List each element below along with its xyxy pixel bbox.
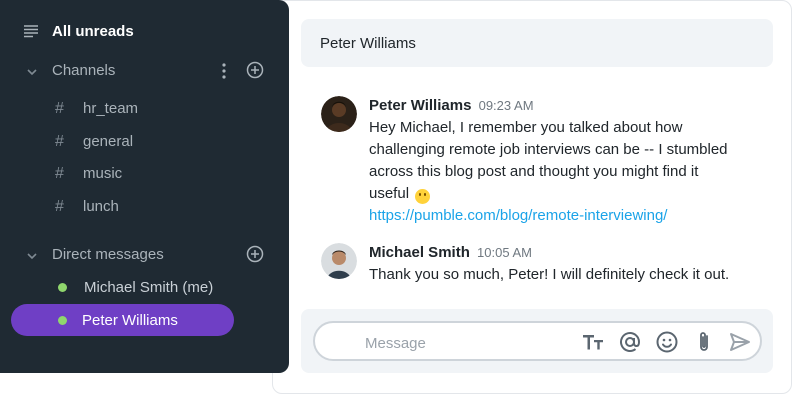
sidebar-item-all-unreads[interactable]: All unreads bbox=[0, 17, 289, 47]
hash-icon: # bbox=[55, 165, 64, 182]
message-line: Hey Michael, I remember you talked about… bbox=[369, 119, 683, 136]
online-status-icon bbox=[58, 283, 67, 292]
sidebar-item-channel[interactable]: # lunch bbox=[0, 192, 289, 222]
message-time: 09:23 AM bbox=[478, 98, 534, 113]
channel-label: lunch bbox=[83, 198, 119, 215]
more-vertical-icon[interactable] bbox=[218, 62, 230, 85]
avatar[interactable] bbox=[321, 243, 357, 279]
message-content: Michael Smith 10:05 AM Thank you so much… bbox=[369, 243, 769, 286]
plus-circle-icon[interactable] bbox=[246, 245, 264, 268]
message-time: 10:05 AM bbox=[477, 245, 532, 260]
send-icon[interactable] bbox=[728, 330, 752, 354]
channel-label: general bbox=[83, 133, 134, 150]
hash-icon: # bbox=[55, 133, 64, 150]
channel-label: music bbox=[83, 165, 123, 182]
blog-link[interactable]: https://pumble.com/blog/remote-interview… bbox=[369, 205, 769, 227]
composer bbox=[313, 321, 762, 361]
channels-section-header[interactable]: Channels bbox=[0, 56, 289, 86]
avatar[interactable] bbox=[321, 96, 357, 132]
section-title: Channels bbox=[52, 62, 116, 79]
list-icon bbox=[24, 24, 38, 43]
chat-title: Peter Williams bbox=[320, 35, 416, 52]
message-content: Peter Williams 09:23 AM Hey Michael, I r… bbox=[369, 96, 769, 227]
emoji-icon[interactable] bbox=[655, 330, 679, 354]
chevron-down-icon[interactable] bbox=[26, 249, 38, 267]
message-line: Thank you so much, Peter! I will definit… bbox=[369, 266, 730, 283]
message-author[interactable]: Peter Williams bbox=[369, 97, 471, 114]
dm-section-header[interactable]: Direct messages bbox=[0, 240, 289, 270]
at-icon[interactable] bbox=[618, 330, 642, 354]
message-author[interactable]: Michael Smith bbox=[369, 244, 470, 261]
dm-label: Michael Smith (me) bbox=[84, 279, 214, 296]
online-status-icon bbox=[58, 316, 67, 325]
plus-circle-icon[interactable] bbox=[246, 61, 264, 84]
attachment-icon[interactable] bbox=[692, 330, 716, 354]
message-text: Hey Michael, I remember you talked about… bbox=[369, 117, 769, 205]
composer-area bbox=[301, 309, 773, 373]
chat-header: Peter Williams bbox=[301, 19, 773, 67]
message-input[interactable] bbox=[363, 332, 567, 354]
sidebar-item-dm-active[interactable]: Peter Williams bbox=[0, 305, 289, 335]
hash-icon: # bbox=[55, 100, 64, 117]
chat-panel: Peter Williams Peter Williams 09:23 AM H… bbox=[272, 0, 792, 394]
message-line: challenging remote job interviews can be… bbox=[369, 141, 728, 158]
hash-icon: # bbox=[55, 198, 64, 215]
sidebar-item-channel[interactable]: # hr_team bbox=[0, 94, 289, 124]
slightly-smiling-face-icon: :) bbox=[415, 189, 431, 204]
dm-label: Peter Williams bbox=[82, 312, 178, 329]
text-format-icon[interactable] bbox=[581, 330, 605, 354]
message-text: Thank you so much, Peter! I will definit… bbox=[369, 264, 769, 286]
section-title: Direct messages bbox=[52, 246, 164, 263]
message-line: useful :) bbox=[369, 183, 769, 205]
sidebar-item-channel[interactable]: # general bbox=[0, 127, 289, 157]
sidebar: All unreads Channels # hr_team # general… bbox=[0, 0, 289, 373]
channel-label: hr_team bbox=[83, 100, 139, 117]
sidebar-item-dm[interactable]: Michael Smith (me) bbox=[0, 273, 289, 303]
sidebar-item-label: All unreads bbox=[52, 23, 134, 40]
chevron-down-icon[interactable] bbox=[26, 65, 38, 83]
sidebar-item-channel[interactable]: # music bbox=[0, 159, 289, 189]
message-line: across this blog post and thought you mi… bbox=[369, 163, 699, 180]
